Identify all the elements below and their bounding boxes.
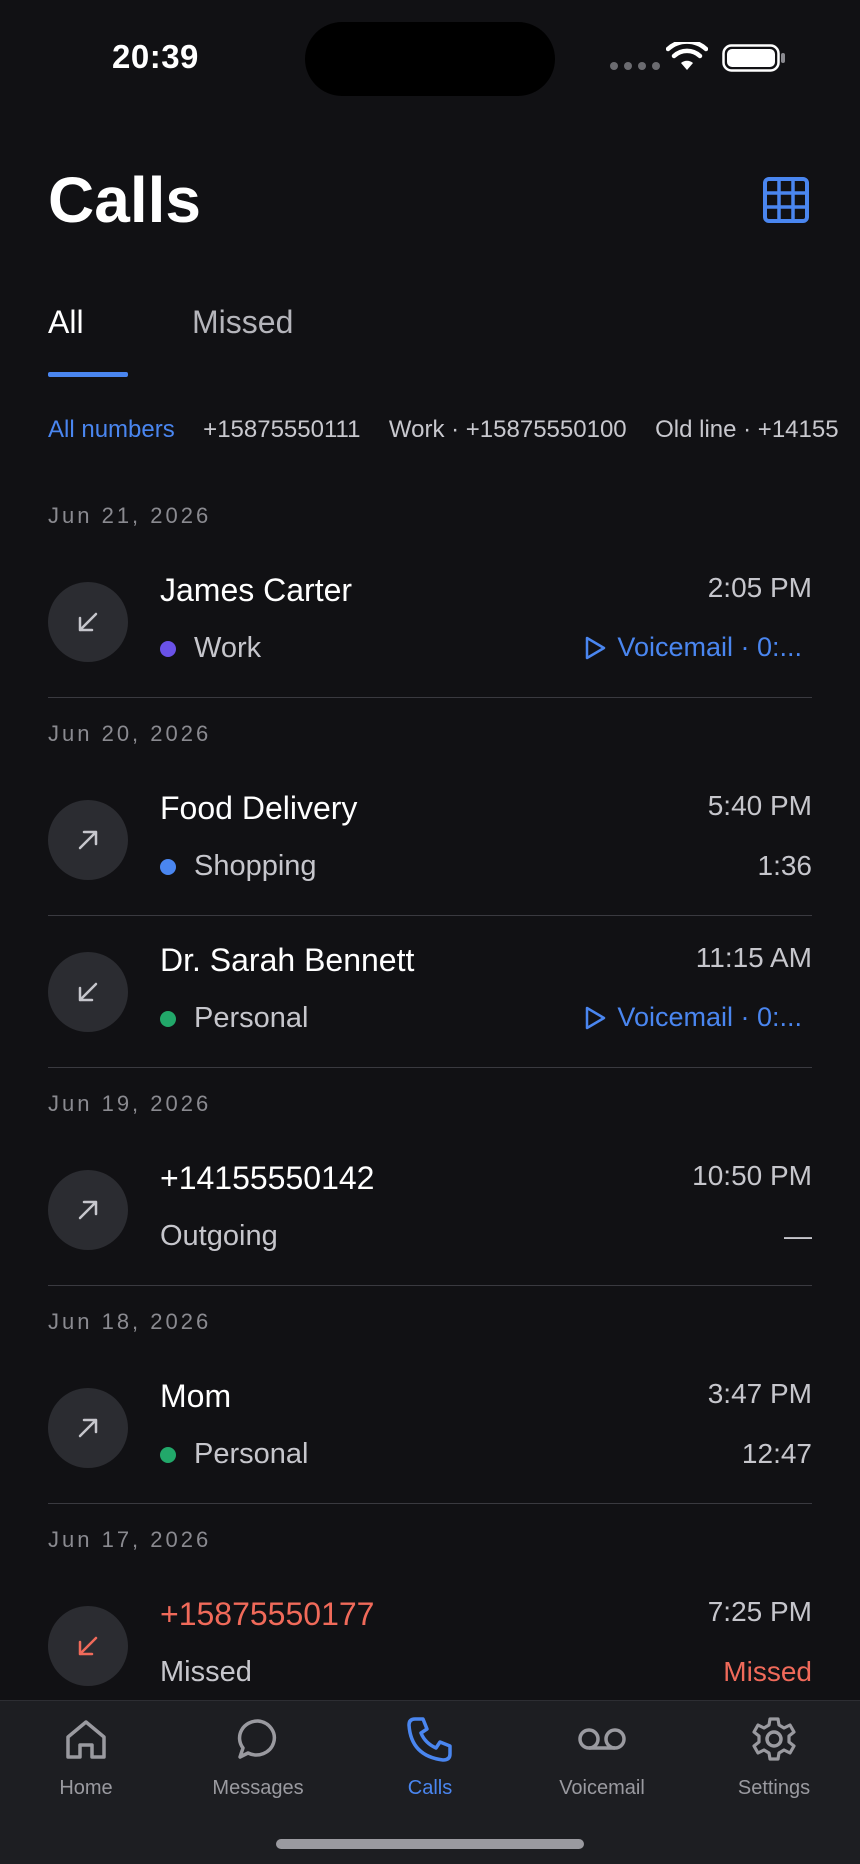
- call-duration: 12:47: [741, 1438, 812, 1469]
- contact-name: James Carter: [160, 572, 353, 608]
- signal-icon: [610, 62, 660, 70]
- outgoing-arrow-icon: [78, 1200, 98, 1220]
- status-time: 20:39: [112, 38, 199, 75]
- call-time: 10:50 PM: [692, 1160, 812, 1191]
- call-direction-badge: [48, 952, 128, 1032]
- tag-label: Personal: [194, 1002, 309, 1034]
- tabbar-home[interactable]: Home: [0, 1713, 172, 1823]
- tabbar-voicemail[interactable]: Voicemail: [516, 1713, 688, 1823]
- tabbar-label: Voicemail: [559, 1777, 645, 1799]
- tag-dot: [160, 1010, 176, 1027]
- filter-all-numbers[interactable]: All numbers: [48, 410, 175, 450]
- contact-name: Food Delivery: [160, 790, 358, 826]
- tabbar-messages[interactable]: Messages: [172, 1713, 344, 1823]
- contact-name: Mom: [160, 1378, 232, 1414]
- incoming-arrow-icon: [78, 612, 98, 632]
- call-duration: —: [784, 1220, 812, 1251]
- call-direction-badge: [48, 1606, 128, 1686]
- call-row[interactable]: James Carter Work 2:05 PM Voicemail · 0:…: [48, 546, 812, 698]
- voicemail-link[interactable]: Voicemail · 0:...: [583, 1002, 802, 1033]
- call-duration: 1:36: [757, 850, 813, 881]
- play-icon: [586, 1006, 606, 1029]
- dialpad-grid-icon: [763, 177, 809, 223]
- call-type-label: Missed: [160, 1656, 252, 1688]
- date-header: Jun 20, 2026: [48, 721, 212, 746]
- contact-tag: Personal: [160, 1002, 308, 1035]
- contact-name: Dr. Sarah Bennett: [160, 942, 415, 978]
- battery-icon: [722, 44, 785, 72]
- call-list: Jun 21, 2026 James Carter Work 2:05 PM V…: [48, 480, 812, 1722]
- tab-active-indicator: [48, 372, 128, 377]
- outgoing-arrow-icon: [78, 830, 98, 850]
- filter-old-line[interactable]: Old line · +14155: [655, 410, 838, 450]
- home-indicator: [276, 1839, 584, 1849]
- date-header: Jun 18, 2026: [48, 1309, 212, 1334]
- call-row[interactable]: Food Delivery Shopping 5:40 PM 1:36: [48, 764, 812, 916]
- tag-label: Work: [194, 632, 262, 664]
- filter-work-line[interactable]: Work · +15875550100: [389, 410, 627, 450]
- call-direction-badge: [48, 582, 128, 662]
- tabbar-settings[interactable]: Settings: [688, 1713, 860, 1823]
- contact-name: +15875550177: [160, 1596, 375, 1632]
- tag-dot: [160, 1446, 176, 1463]
- tabbar-calls[interactable]: Calls: [344, 1713, 516, 1823]
- home-icon: [66, 1720, 106, 1759]
- tag-dot: [160, 640, 176, 657]
- tag-label: Personal: [194, 1438, 309, 1470]
- tag-dot: [160, 858, 176, 875]
- voicemail-link[interactable]: Voicemail · 0:...: [583, 632, 802, 663]
- voicemail-label: Voicemail · 0:...: [617, 1002, 802, 1032]
- phone-icon: [407, 1717, 452, 1762]
- dynamic-island: [305, 22, 555, 96]
- voicemail-icon: [578, 1728, 626, 1750]
- contact-tag: Shopping: [160, 850, 317, 883]
- tag-label: Shopping: [194, 850, 317, 882]
- contact-name: +14155550142: [160, 1160, 375, 1196]
- date-header: Jun 19, 2026: [48, 1091, 212, 1116]
- tabbar-label: Messages: [212, 1777, 304, 1799]
- call-row[interactable]: Mom Personal 3:47 PM 12:47: [48, 1352, 812, 1504]
- missed-arrow-icon: [78, 1636, 98, 1656]
- gear-icon: [752, 1717, 796, 1761]
- tabbar-label: Settings: [737, 1777, 811, 1799]
- outgoing-arrow-icon: [78, 1418, 98, 1438]
- tabbar-label: Calls: [407, 1777, 453, 1799]
- call-time: 5:40 PM: [707, 790, 812, 821]
- call-time: 2:05 PM: [707, 572, 812, 603]
- header: Calls: [48, 160, 812, 240]
- tab-missed[interactable]: Missed: [192, 290, 293, 354]
- call-type-label: Outgoing: [160, 1220, 278, 1252]
- play-icon: [586, 636, 606, 659]
- wifi-icon: [666, 42, 708, 70]
- call-direction-badge: [48, 1388, 128, 1468]
- call-time: 7:25 PM: [707, 1596, 812, 1627]
- status-bar: 20:39: [0, 0, 860, 120]
- call-row[interactable]: Dr. Sarah Bennett Personal 11:15 AM Voic…: [48, 916, 812, 1068]
- call-time: 11:15 AM: [695, 942, 812, 973]
- tabbar-label: Home: [59, 1777, 113, 1799]
- contact-tag: Personal: [160, 1438, 308, 1471]
- date-header: Jun 21, 2026: [48, 503, 212, 528]
- call-time: 3:47 PM: [707, 1378, 812, 1409]
- missed-status: Missed: [723, 1656, 812, 1687]
- call-tabs: All Missed: [48, 290, 812, 380]
- call-row[interactable]: +14155550142 Outgoing 10:50 PM —: [48, 1134, 812, 1286]
- call-direction-badge: [48, 1170, 128, 1250]
- page-title: Calls: [48, 164, 201, 236]
- dialpad-button[interactable]: [760, 174, 812, 226]
- voicemail-label: Voicemail · 0:...: [617, 632, 802, 662]
- filter-number[interactable]: +15875550111: [203, 410, 360, 450]
- contact-tag: Work: [160, 632, 261, 665]
- date-header: Jun 17, 2026: [48, 1527, 212, 1552]
- number-filter-bar: All numbers +15875550111 Work · +1587555…: [48, 410, 860, 450]
- tab-all[interactable]: All: [48, 290, 84, 354]
- message-icon: [237, 1719, 276, 1759]
- incoming-arrow-icon: [78, 982, 98, 1002]
- call-direction-badge: [48, 800, 128, 880]
